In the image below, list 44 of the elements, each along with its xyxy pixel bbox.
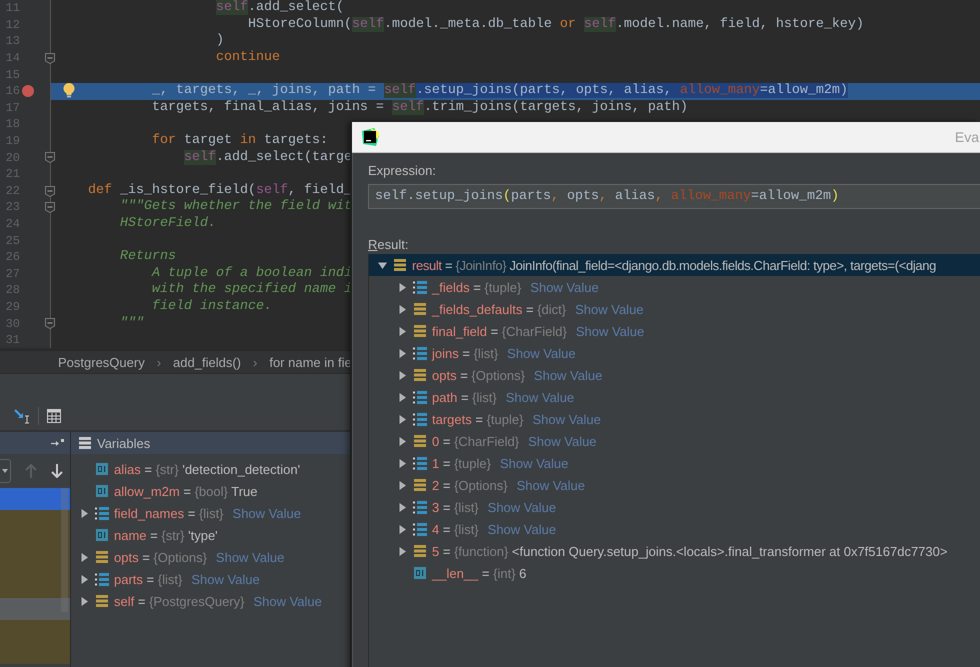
variable-entry: _fields = {tuple}: [432, 280, 522, 294]
variable-entry: final_field = {CharField}: [432, 324, 567, 338]
code-line: targets, final_alias, joins = self.trim_joins(targets, joins, path): [150, 100, 688, 116]
variable-entry: self = {PostgresQuery}: [114, 594, 244, 608]
variable-entry: name = {str} 'type': [114, 528, 218, 542]
code-line: self.add_select(targe: [182, 150, 352, 166]
code-line: HStoreColumn(self.model._meta.db_table or self.model.name, field, hstore_key): [246, 16, 864, 33]
code-line: ): [214, 33, 224, 50]
dialog-title: Eva: [954, 129, 979, 145]
variable-entry: 5 = {function} <function Query.setup_joins.<locals>.final_transformer at 0x7f5167dc7730>: [432, 544, 948, 558]
variable-entry: result = {JoinInfo} JoinInfo(final_field=<django.db.models.fields.CharField: type>, targets=(<djang: [412, 258, 936, 272]
code-line: _, targets, _, joins, path = self.setup_joins(parts, opts, alias, allow_many=allow_m2m): [150, 83, 848, 100]
code-line: Returns: [119, 249, 176, 266]
breadcrumb-separator: ›: [252, 354, 258, 370]
variable-entry: opts = {Options}: [114, 550, 207, 564]
variable-entry: path = {list}: [432, 390, 497, 404]
code-line: HStoreField.: [119, 216, 216, 232]
variable-entry: joins = {list}: [432, 346, 498, 360]
variable-entry: __len__ = {int} 6: [432, 566, 526, 580]
variable-entry: 3 = {list}: [432, 500, 479, 514]
variable-entry: opts = {Options}: [432, 368, 525, 382]
code-line: def _is_hstore_field(self, field_: [87, 182, 352, 199]
result-label: Result:: [368, 237, 408, 252]
variable-entry: _fields_defaults = {dict}: [432, 302, 566, 316]
code-line: A tuple of a boolean indi: [150, 266, 352, 282]
variable-entry: field_names = {list}: [114, 506, 224, 520]
variable-entry: targets = {tuple}: [432, 412, 524, 426]
code-line: field instance.: [150, 298, 272, 315]
breadcrumb-separator: ›: [156, 354, 162, 370]
variable-entry: alias = {str} 'detection_detection': [114, 462, 300, 476]
code-line: """: [119, 316, 144, 332]
panel-title: Variables: [97, 436, 150, 450]
variable-entry: 0 = {CharField}: [432, 434, 520, 448]
variable-entry: 4 = {list}: [432, 522, 479, 536]
code-line: for target in targets:: [150, 133, 328, 150]
code-line: continue: [214, 50, 280, 66]
variable-entry: 2 = {Options}: [432, 478, 508, 492]
code-line: self.add_select(: [214, 0, 344, 16]
field-label: Expression:: [368, 163, 436, 178]
variable-entry: parts = {list}: [114, 572, 182, 586]
variable-entry: 1 = {tuple}: [432, 456, 491, 470]
code-line: """Gets whether the field wit: [119, 199, 352, 216]
code-line: with the specified name i: [150, 282, 352, 298]
variable-entry: allow_m2m = {bool} True: [114, 484, 258, 498]
